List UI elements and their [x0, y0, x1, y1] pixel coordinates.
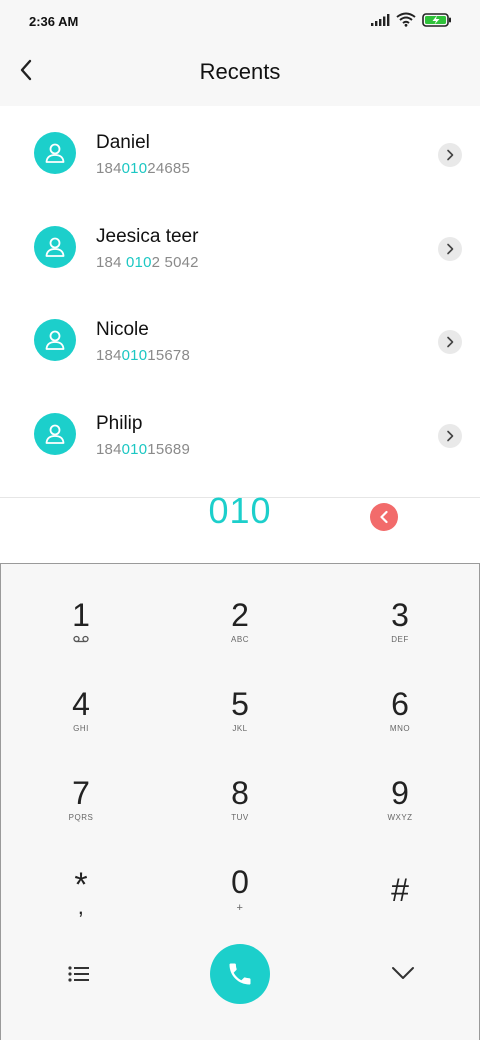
number-match: 010	[126, 253, 152, 271]
key-6[interactable]: 6 MNO	[330, 686, 470, 766]
collapse-keypad-button[interactable]	[389, 961, 417, 985]
key-digit: 5	[231, 686, 249, 722]
contact-row[interactable]: Nicole 18401015678	[0, 293, 480, 387]
contact-row[interactable]: Daniel 18401024685	[0, 106, 480, 200]
avatar	[34, 319, 76, 361]
number-match: 010	[121, 160, 148, 177]
key-star[interactable]: * ,	[11, 864, 151, 944]
key-0[interactable]: 0 +	[170, 864, 310, 944]
key-digit: 2	[231, 597, 249, 633]
contact-detail-button[interactable]	[438, 143, 462, 167]
battery-charging-icon	[422, 12, 452, 32]
key-digit: 6	[391, 686, 409, 722]
key-digit: 7	[72, 775, 90, 811]
key-digit: 4	[72, 686, 90, 722]
chevron-down-icon	[392, 967, 414, 979]
key-digit: 0	[231, 864, 249, 900]
key-letters: ABC	[231, 635, 249, 644]
delete-button[interactable]	[370, 503, 398, 531]
person-icon	[45, 330, 65, 350]
key-letters: JKL	[232, 724, 248, 733]
recents-list: Daniel 18401024685 Jeesica teer 184 0102…	[0, 106, 480, 480]
dialer-actions	[1, 944, 480, 1008]
key-letters: GHI	[73, 724, 89, 733]
key-digit: 1	[72, 597, 90, 633]
key-2[interactable]: 2 ABC	[170, 597, 310, 677]
contact-number: 18401024685	[96, 160, 190, 177]
number-match: 010	[121, 440, 148, 458]
list-icon	[68, 966, 89, 982]
contact-name: Daniel	[96, 132, 150, 153]
key-5[interactable]: 5 JKL	[170, 686, 310, 766]
contact-number: 184 0102 5042	[96, 253, 199, 271]
contact-name: Jeesica teer	[96, 225, 199, 247]
chevron-right-icon	[447, 149, 454, 161]
key-letters: DEF	[391, 635, 409, 644]
call-button[interactable]	[210, 944, 270, 1004]
key-3[interactable]: 3 DEF	[330, 597, 470, 677]
status-icons	[370, 12, 452, 32]
key-hash[interactable]: #	[330, 864, 470, 944]
dial-keypad: 1 2 ABC 3 DEF 4 GHI 5 JKL 6 MNO 7 PQRS 8…	[0, 563, 480, 1040]
contact-name: Nicole	[96, 319, 149, 340]
header: Recents	[0, 44, 480, 106]
number-match: 010	[121, 347, 148, 364]
key-letters: ,	[77, 894, 85, 919]
contact-number: 18401015689	[96, 440, 190, 458]
status-time: 2:36 AM	[29, 14, 79, 29]
backspace-icon	[380, 510, 388, 524]
key-digit: 3	[391, 597, 409, 633]
avatar	[34, 132, 76, 174]
contact-name: Philip	[96, 412, 143, 434]
status-bar: 2:36 AM	[0, 0, 480, 44]
page-title: Recents	[199, 59, 281, 84]
contact-detail-button[interactable]	[438, 236, 462, 261]
key-1[interactable]: 1	[11, 597, 151, 677]
wifi-icon	[396, 12, 416, 32]
person-icon	[45, 237, 65, 257]
contact-detail-button[interactable]	[438, 423, 462, 448]
key-digit: 8	[231, 775, 249, 811]
key-7[interactable]: 7 PQRS	[11, 775, 151, 855]
chevron-right-icon	[447, 243, 454, 254]
menu-button[interactable]	[65, 962, 93, 986]
voicemail-icon	[73, 635, 89, 645]
chevron-right-icon	[447, 336, 454, 348]
key-digit: 9	[391, 775, 409, 811]
key-8[interactable]: 8 TUV	[170, 775, 310, 855]
contact-row[interactable]: Jeesica teer 184 0102 5042	[0, 200, 480, 294]
person-icon	[45, 143, 65, 163]
avatar	[34, 225, 76, 268]
contact-detail-button[interactable]	[438, 330, 462, 354]
key-letters: TUV	[231, 813, 249, 822]
person-icon	[45, 424, 65, 444]
signal-icon	[370, 13, 390, 32]
key-letters: WXYZ	[387, 813, 413, 822]
chevron-right-icon	[447, 430, 454, 441]
key-letters: +	[236, 902, 244, 914]
key-9[interactable]: 9 WXYZ	[330, 775, 470, 855]
key-letters: MNO	[389, 724, 411, 733]
key-letters: PQRS	[68, 813, 94, 822]
key-4[interactable]: 4 GHI	[11, 686, 151, 766]
phone-icon	[229, 963, 251, 985]
contact-number: 18401015678	[96, 347, 190, 364]
avatar	[34, 412, 76, 455]
dialed-number: 010	[208, 490, 272, 531]
contact-row[interactable]: Philip 18401015689	[0, 387, 480, 481]
key-digit: #	[391, 872, 409, 908]
